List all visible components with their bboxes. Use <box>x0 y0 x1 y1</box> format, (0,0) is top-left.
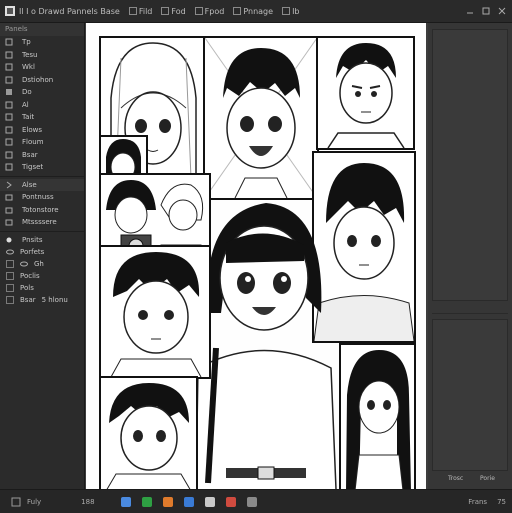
manga-page[interactable] <box>86 23 426 493</box>
menu-item-fpod[interactable]: Fpod <box>194 7 224 16</box>
section-pontnuss[interactable]: Pontnuss <box>0 191 84 204</box>
lock-icon[interactable] <box>6 260 14 268</box>
pen-icon <box>5 38 13 46</box>
section-alse[interactable]: Alse <box>0 178 84 191</box>
menu-square-icon <box>161 7 170 15</box>
app-logo-icon <box>5 6 15 16</box>
sidebar-item-tesu[interactable]: Tesu <box>0 49 84 62</box>
layers-header: Pnsits <box>0 234 84 247</box>
eye-icon[interactable] <box>20 260 28 268</box>
page-label: 188 <box>81 497 95 506</box>
window-title: Il I o Drawd Pannels Base <box>19 6 120 16</box>
character-illustration <box>105 383 192 491</box>
tool-icon <box>5 126 13 134</box>
menu-item-fod[interactable]: Fod <box>161 7 186 16</box>
menu-item-pnnage[interactable]: Pnnage <box>233 7 273 16</box>
folder-icon <box>5 194 13 201</box>
layer-note: 5 hlonu <box>41 296 68 304</box>
taskbar-app-icon[interactable] <box>120 496 131 507</box>
sidebar-item-bsar[interactable]: Bsar <box>0 149 84 162</box>
sidebar-item-floum[interactable]: Floum <box>0 136 84 149</box>
menu-item-extra[interactable]: Ib <box>282 7 300 16</box>
panel-boy-smiling[interactable] <box>203 36 319 200</box>
eye-icon[interactable] <box>6 248 14 256</box>
character-illustration <box>205 38 317 198</box>
sidebar-item-elows[interactable]: Elows <box>0 124 84 137</box>
status-bar: Fuly 188 Frans 75 <box>0 489 512 513</box>
tool-icon <box>5 163 13 171</box>
taskbar-app-icon[interactable] <box>204 496 215 507</box>
layer-row[interactable]: Pols <box>0 282 84 294</box>
layer-row[interactable]: Poclis <box>0 270 84 282</box>
divider <box>0 230 84 232</box>
layer-row[interactable]: Bsar 5 hlonu <box>0 294 84 306</box>
right-label-porie: Porie <box>480 475 495 482</box>
right-label-trosc: Trosc <box>448 475 464 482</box>
chevron-right-icon <box>6 181 12 189</box>
fill-icon <box>6 89 12 96</box>
section-mtssssere[interactable]: Mtssssere <box>0 216 84 229</box>
divider <box>432 313 508 314</box>
panel-young-man[interactable] <box>316 36 415 150</box>
tool-icon <box>5 151 13 159</box>
sidebar-item-al[interactable]: Al <box>0 99 84 112</box>
brush-icon <box>5 51 13 59</box>
lock-icon[interactable] <box>6 296 14 304</box>
menu-item-fild[interactable]: Fild <box>128 7 152 16</box>
tool-icon <box>5 113 13 121</box>
folder-icon <box>5 219 13 226</box>
zoom-icon[interactable] <box>11 497 21 507</box>
layer-row[interactable]: Porfets <box>0 246 84 258</box>
eraser-icon <box>5 63 13 71</box>
taskbar-app-icon[interactable] <box>246 496 257 507</box>
menu-square-icon <box>282 7 291 15</box>
sidebar-item-wkl[interactable]: Wkl <box>0 61 84 74</box>
taskbar-app-icon[interactable] <box>162 496 173 507</box>
close-icon[interactable] <box>498 7 506 15</box>
character-illustration <box>346 350 411 491</box>
panel-boy-serious[interactable] <box>99 245 211 379</box>
status-extra: 75 <box>497 497 506 506</box>
panel-boy-bottom[interactable] <box>99 376 198 493</box>
sidebar-item-tp[interactable]: Tp <box>0 36 84 49</box>
panel-header: Panels <box>0 23 84 36</box>
lock-icon[interactable] <box>6 284 14 292</box>
zoom-label: Fuly <box>27 497 42 506</box>
sidebar-item-do[interactable]: Do <box>0 86 84 99</box>
character-illustration <box>110 252 202 377</box>
taskbar-app-icon[interactable] <box>225 496 236 507</box>
coords-label: Frans <box>468 497 488 506</box>
properties-box[interactable] <box>432 29 508 301</box>
maximize-icon[interactable] <box>482 7 490 15</box>
lock-icon[interactable] <box>6 272 14 280</box>
menu-square-icon <box>233 7 242 15</box>
section-totonstore[interactable]: Totonstore <box>0 204 84 217</box>
sidebar-item-dstiohon[interactable]: Dstiohon <box>0 74 84 87</box>
right-panel: Trosc Porie <box>428 23 512 489</box>
sidebar-item-tigset[interactable]: Tigset <box>0 161 84 174</box>
sidebar-item-tait[interactable]: Tait <box>0 111 84 124</box>
menu-square-icon <box>128 7 137 15</box>
menu-bar: Il I o Drawd Pannels Base Fild Fod Fpod … <box>0 0 512 23</box>
panel-girl-long-hair[interactable] <box>339 343 416 493</box>
text-icon <box>5 101 13 109</box>
divider <box>0 175 84 177</box>
layer-icon <box>6 237 12 243</box>
left-panel: Panels Tp Tesu Wkl Dstiohon Do Al Tait E… <box>0 23 85 489</box>
minimize-icon[interactable] <box>466 7 474 15</box>
navigator-box[interactable] <box>432 319 508 471</box>
select-icon <box>5 76 13 84</box>
menu-square-icon <box>194 7 203 15</box>
character-illustration <box>327 43 405 148</box>
tool-icon <box>5 138 13 146</box>
canvas-area[interactable] <box>85 23 427 493</box>
taskbar-app-icon[interactable] <box>183 496 194 507</box>
folder-icon <box>5 207 13 214</box>
taskbar-app-icon[interactable] <box>141 496 152 507</box>
layer-row[interactable]: Gh <box>0 258 84 270</box>
